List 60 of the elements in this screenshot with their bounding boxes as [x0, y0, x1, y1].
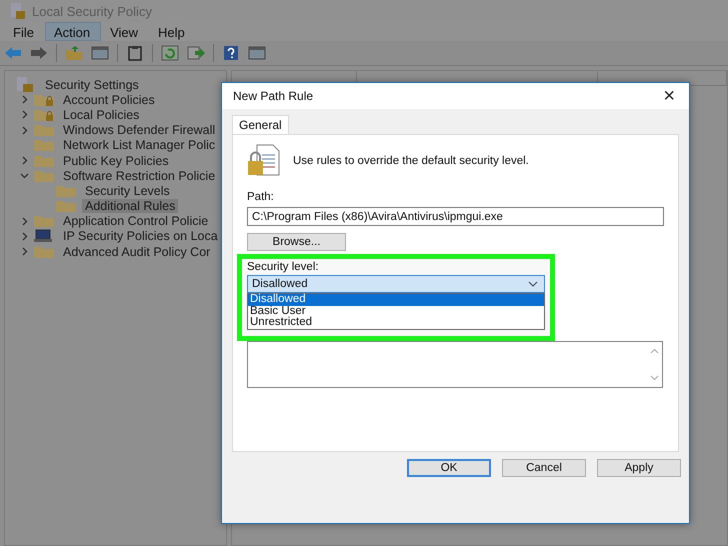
description-field[interactable] — [247, 340, 663, 388]
tree-item[interactable]: Security Settings — [42, 78, 142, 92]
folder-icon — [33, 244, 55, 259]
tree-item[interactable]: Local Policies — [60, 108, 142, 122]
security-level-dropdown[interactable]: Disallowed — [247, 275, 545, 293]
refresh-icon[interactable] — [161, 45, 179, 61]
folder-icon — [55, 184, 77, 198]
chevron-right-icon[interactable] — [20, 232, 28, 241]
chevron-down-icon — [528, 280, 538, 288]
browse-button[interactable]: Browse... — [247, 233, 346, 251]
field-label: Security level: — [247, 261, 320, 273]
panel-icon[interactable] — [91, 45, 109, 61]
tree-item[interactable]: Advanced Audit Policy Cor — [60, 244, 214, 259]
chevron-right-icon[interactable] — [20, 126, 28, 135]
tree-item[interactable]: Public Key Policies — [60, 154, 172, 168]
folder-icon — [55, 199, 77, 214]
chevron-right-icon[interactable] — [20, 247, 28, 256]
ok-button[interactable]: OK — [407, 459, 491, 477]
apply-button[interactable]: Apply — [597, 459, 681, 477]
chevron-right-icon[interactable] — [20, 110, 28, 120]
tree-item[interactable]: IP Security Policies on Loca — [60, 229, 221, 244]
cancel-button[interactable]: Cancel — [502, 459, 586, 477]
export-icon[interactable] — [187, 45, 205, 61]
computer-icon — [33, 229, 55, 244]
chevron-down-icon[interactable] — [20, 171, 28, 180]
description-text: Use rules to override the default security level. — [293, 155, 529, 167]
dropdown-option[interactable]: Disallowed — [248, 294, 544, 306]
tree-item[interactable]: Security Levels — [82, 184, 173, 198]
dialog-title: New Path Rule — [233, 89, 314, 103]
folder-icon — [33, 154, 55, 168]
chevron-right-icon[interactable] — [20, 156, 28, 166]
folder-icon — [33, 168, 55, 183]
help-icon[interactable] — [222, 45, 240, 61]
scroll-down-icon[interactable] — [650, 374, 658, 380]
tree-item[interactable]: Network List Manager Polic — [60, 138, 218, 152]
chevron-right-icon[interactable] — [20, 95, 28, 104]
tree-item[interactable]: Application Control Policie — [60, 214, 212, 228]
menu-item[interactable]: View — [101, 22, 150, 41]
clipboard-icon[interactable] — [126, 45, 144, 61]
folder-lock-icon — [33, 92, 55, 107]
menu-item[interactable]: Action — [44, 22, 102, 41]
folder-icon — [33, 214, 55, 228]
scroll-up-icon[interactable] — [650, 348, 658, 354]
lock-document-icon — [10, 2, 26, 20]
close-button[interactable]: × — [659, 87, 679, 105]
tree-item[interactable]: Account Policies — [60, 92, 158, 107]
folder-lock-icon — [33, 108, 55, 122]
path-field[interactable]: C:\Program Files (x86)\Avira\Antivirus\ipmgui.exe — [247, 207, 664, 226]
tab[interactable]: General — [232, 115, 289, 134]
forward-arrow-icon[interactable] — [30, 45, 48, 61]
menu-item[interactable]: File — [4, 22, 45, 41]
tree-item[interactable]: Windows Defender Firewall — [60, 123, 218, 138]
panel-icon[interactable] — [248, 45, 266, 61]
folder-icon — [33, 138, 55, 152]
chevron-right-icon[interactable] — [20, 216, 28, 226]
tree-item[interactable]: Additional Rules — [82, 199, 178, 214]
tree-item[interactable]: Software Restriction Policie — [60, 168, 218, 183]
menu-item[interactable]: Help — [149, 22, 196, 41]
folder-icon — [33, 123, 55, 138]
field-label: Path: — [247, 191, 275, 203]
